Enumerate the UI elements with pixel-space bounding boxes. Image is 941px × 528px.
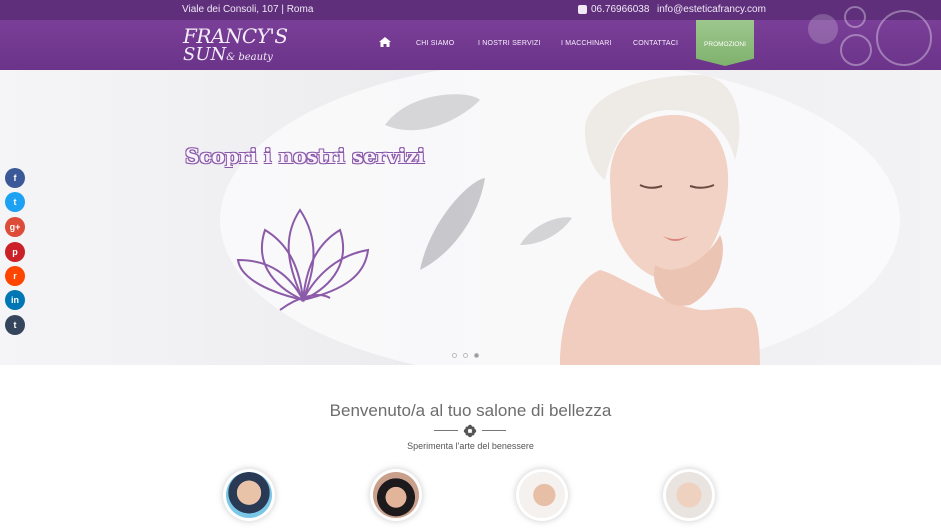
service-thumbnail[interactable]: [373, 472, 419, 518]
google-plus-icon[interactable]: g+: [5, 217, 25, 237]
nav-item-servizi[interactable]: I NOSTRI SERVIZI: [478, 40, 541, 47]
social-glyph: t: [13, 197, 17, 207]
pinterest-icon[interactable]: p: [5, 242, 25, 262]
welcome-title: Benvenuto/a al tuo salone di bellezza: [329, 401, 612, 420]
hero-title: Scopri i nostri servizi: [185, 144, 425, 168]
nav-item-macchinari[interactable]: I MACCHINARI: [561, 40, 612, 47]
hero-slider[interactable]: Scopri i nostri servizi: [0, 70, 941, 365]
logo-line-2: SUN: [183, 44, 227, 65]
address-text: Viale dei Consoli, 107 | Roma: [182, 4, 314, 15]
decor-bubble: [808, 14, 838, 44]
social-glyph: in: [11, 295, 19, 305]
service-thumbnail[interactable]: [519, 472, 565, 518]
tumblr-icon[interactable]: t: [5, 315, 25, 335]
email-link[interactable]: info@esteticafrancy.com: [657, 4, 766, 15]
home-icon[interactable]: [379, 37, 391, 47]
decor-bubble: [840, 34, 872, 66]
service-thumbnail[interactable]: [226, 472, 272, 518]
top-info-bar: Viale dei Consoli, 107 | Roma 06.7696603…: [0, 0, 941, 20]
social-glyph: p: [12, 247, 18, 257]
divider-left: [434, 430, 458, 431]
nav-item-contattaci[interactable]: CONTATTACI: [633, 40, 678, 47]
social-glyph: g+: [9, 222, 21, 232]
phone-link[interactable]: 06.76966038: [578, 4, 649, 15]
reddit-icon[interactable]: r: [5, 266, 25, 286]
promotions-label[interactable]: PROMOZIONI: [696, 41, 754, 48]
facebook-icon[interactable]: f: [5, 168, 25, 188]
decor-bubble: [844, 6, 866, 28]
service-thumbnail[interactable]: [666, 472, 712, 518]
welcome-subtitle: Sperimenta l'arte del benessere: [407, 441, 534, 451]
flower-divider-icon: [463, 424, 477, 438]
main-navigation: FRANCY'S SUN& beauty CHI SIAMO I NOSTRI …: [0, 6, 941, 70]
logo[interactable]: FRANCY'S SUN& beauty: [183, 26, 288, 64]
slider-dot[interactable]: [463, 353, 468, 358]
promotions-button[interactable]: PROMOZIONI: [696, 20, 754, 66]
linkedin-icon[interactable]: in: [5, 290, 25, 310]
nav-item-chi-siamo[interactable]: CHI SIAMO: [416, 40, 454, 47]
social-glyph: t: [13, 320, 17, 330]
hero-illustration: [220, 70, 900, 365]
social-glyph: f: [13, 173, 17, 183]
logo-line-1: FRANCY'S: [183, 24, 288, 48]
social-glyph: r: [13, 271, 17, 281]
twitter-icon[interactable]: t: [5, 192, 25, 212]
decor-bubble: [876, 10, 932, 66]
slider-dot[interactable]: [452, 353, 457, 358]
slider-dot-active[interactable]: [474, 353, 479, 358]
phone-icon: [578, 5, 587, 14]
phone-number[interactable]: 06.76966038: [591, 4, 649, 15]
divider-right: [482, 430, 506, 431]
logo-line-3: & beauty: [226, 52, 273, 63]
